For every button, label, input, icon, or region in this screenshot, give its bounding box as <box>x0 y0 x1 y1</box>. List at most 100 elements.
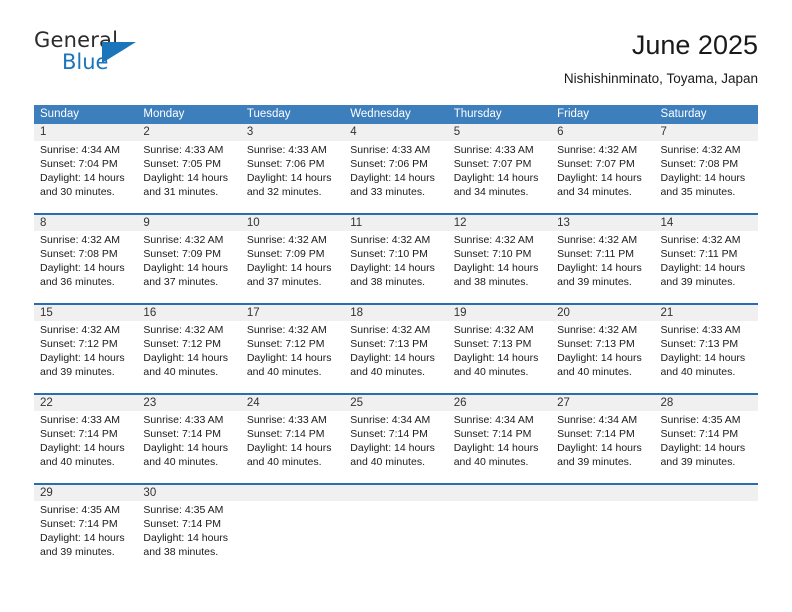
day-cell-1: Sunrise: 4:34 AM Sunset: 7:04 PM Dayligh… <box>34 141 138 214</box>
day-number-3[interactable]: 3 <box>240 124 345 141</box>
sunset-text: Sunset: 7:12 PM <box>143 338 222 350</box>
day-number-20[interactable]: 20 <box>551 303 655 321</box>
daylight-text-line1: Daylight: 14 hours <box>143 532 229 544</box>
weekday-header-friday: Friday <box>551 105 655 124</box>
sunrise-text: Sunrise: 4:34 AM <box>453 414 534 426</box>
sunrise-text: Sunrise: 4:33 AM <box>143 414 224 426</box>
sunset-text: Sunset: 7:14 PM <box>143 518 222 530</box>
daylight-text-line1: Daylight: 14 hours <box>350 262 435 274</box>
day-number-13[interactable]: 13 <box>551 213 655 231</box>
day-cell-13: Sunrise: 4:32 AM Sunset: 7:11 PM Dayligh… <box>551 231 655 304</box>
daylight-text-line2: and 40 minutes. <box>453 366 529 378</box>
day-cell-28: Sunrise: 4:35 AM Sunset: 7:14 PM Dayligh… <box>654 411 758 484</box>
weekday-header-monday: Monday <box>137 105 241 124</box>
sunset-text: Sunset: 7:06 PM <box>246 158 325 170</box>
day-number-23[interactable]: 23 <box>137 393 241 411</box>
sunrise-text: Sunrise: 4:32 AM <box>557 234 638 246</box>
day-number-28[interactable]: 28 <box>654 393 758 411</box>
day-cell-29: Sunrise: 4:35 AM Sunset: 7:14 PM Dayligh… <box>34 501 138 574</box>
sunrise-text: Sunrise: 4:34 AM <box>40 144 120 156</box>
sunrise-text: Sunrise: 4:35 AM <box>143 504 224 516</box>
day-number-10[interactable]: 10 <box>240 213 345 231</box>
sunset-text: Sunset: 7:13 PM <box>557 338 635 350</box>
sunrise-text: Sunrise: 4:33 AM <box>350 144 431 156</box>
sunrise-text: Sunrise: 4:35 AM <box>660 414 741 426</box>
sunset-text: Sunset: 7:12 PM <box>40 338 118 350</box>
sunrise-text: Sunrise: 4:33 AM <box>143 144 224 156</box>
daylight-text-line1: Daylight: 14 hours <box>453 172 539 184</box>
daylight-text-line2: and 39 minutes. <box>557 456 632 468</box>
daylight-text-line1: Daylight: 14 hours <box>246 442 332 454</box>
daylight-text-line2: and 39 minutes. <box>40 366 115 378</box>
day-number-6[interactable]: 6 <box>551 124 655 141</box>
day-number-11[interactable]: 11 <box>344 213 448 231</box>
week-4-daynum-row: 22 23 24 25 26 27 28 <box>34 393 758 411</box>
day-number-1[interactable]: 1 <box>34 124 138 141</box>
sunrise-text: Sunrise: 4:32 AM <box>143 234 224 246</box>
day-number-8[interactable]: 8 <box>34 213 138 231</box>
day-number-16[interactable]: 16 <box>137 303 241 321</box>
day-number-30[interactable]: 30 <box>137 483 241 501</box>
sunrise-text: Sunrise: 4:32 AM <box>40 234 120 246</box>
day-number-18[interactable]: 18 <box>344 303 448 321</box>
sunrise-text: Sunrise: 4:32 AM <box>557 324 638 336</box>
daylight-text-line1: Daylight: 14 hours <box>40 532 125 544</box>
day-number-empty-1 <box>240 483 345 501</box>
sunrise-text: Sunrise: 4:33 AM <box>246 414 327 426</box>
weekday-header-row: Sunday Monday Tuesday Wednesday Thursday… <box>34 105 758 124</box>
day-cell-20: Sunrise: 4:32 AM Sunset: 7:13 PM Dayligh… <box>551 321 655 394</box>
day-number-14[interactable]: 14 <box>654 213 758 231</box>
sunrise-text: Sunrise: 4:32 AM <box>557 144 638 156</box>
sunset-text: Sunset: 7:11 PM <box>660 248 738 260</box>
sunrise-text: Sunrise: 4:32 AM <box>143 324 224 336</box>
day-number-17[interactable]: 17 <box>240 303 345 321</box>
daylight-text-line1: Daylight: 14 hours <box>350 352 435 364</box>
weekday-header-thursday: Thursday <box>447 105 552 124</box>
daylight-text-line2: and 34 minutes. <box>453 186 529 198</box>
day-cell-8: Sunrise: 4:32 AM Sunset: 7:08 PM Dayligh… <box>34 231 138 304</box>
daylight-text-line2: and 39 minutes. <box>40 546 115 558</box>
daylight-text-line2: and 34 minutes. <box>557 186 632 198</box>
daylight-text-line1: Daylight: 14 hours <box>40 262 125 274</box>
daylight-text-line2: and 40 minutes. <box>143 456 219 468</box>
sunset-text: Sunset: 7:08 PM <box>40 248 118 260</box>
daylight-text-line1: Daylight: 14 hours <box>660 172 746 184</box>
sunrise-text: Sunrise: 4:33 AM <box>660 324 741 336</box>
day-number-27[interactable]: 27 <box>551 393 655 411</box>
day-number-26[interactable]: 26 <box>447 393 552 411</box>
day-number-21[interactable]: 21 <box>654 303 758 321</box>
day-number-29[interactable]: 29 <box>34 483 138 501</box>
sunset-text: Sunset: 7:14 PM <box>246 428 325 440</box>
day-number-7[interactable]: 7 <box>654 124 758 141</box>
day-number-24[interactable]: 24 <box>240 393 345 411</box>
day-number-19[interactable]: 19 <box>447 303 552 321</box>
daylight-text-line1: Daylight: 14 hours <box>246 172 332 184</box>
day-number-empty-3 <box>447 483 552 501</box>
brand-name-blue: Blue <box>62 50 109 74</box>
week-3-info-row: Sunrise: 4:32 AM Sunset: 7:12 PM Dayligh… <box>34 321 758 394</box>
daylight-text-line2: and 38 minutes. <box>350 276 425 288</box>
day-number-12[interactable]: 12 <box>447 213 552 231</box>
sunrise-text: Sunrise: 4:33 AM <box>453 144 534 156</box>
day-number-25[interactable]: 25 <box>344 393 448 411</box>
sunrise-text: Sunrise: 4:32 AM <box>660 234 741 246</box>
sunset-text: Sunset: 7:04 PM <box>40 158 118 170</box>
daylight-text-line1: Daylight: 14 hours <box>143 352 229 364</box>
day-number-9[interactable]: 9 <box>137 213 241 231</box>
daylight-text-line1: Daylight: 14 hours <box>557 352 642 364</box>
day-number-22[interactable]: 22 <box>34 393 138 411</box>
day-number-empty-4 <box>551 483 655 501</box>
day-number-2[interactable]: 2 <box>137 124 241 141</box>
day-cell-15: Sunrise: 4:32 AM Sunset: 7:12 PM Dayligh… <box>34 321 138 394</box>
sunrise-text: Sunrise: 4:33 AM <box>246 144 327 156</box>
day-cell-14: Sunrise: 4:32 AM Sunset: 7:11 PM Dayligh… <box>654 231 758 304</box>
daylight-text-line1: Daylight: 14 hours <box>40 442 125 454</box>
day-number-15[interactable]: 15 <box>34 303 138 321</box>
daylight-text-line1: Daylight: 14 hours <box>143 172 229 184</box>
daylight-text-line2: and 37 minutes. <box>143 276 219 288</box>
day-cell-25: Sunrise: 4:34 AM Sunset: 7:14 PM Dayligh… <box>344 411 448 484</box>
sunrise-text: Sunrise: 4:32 AM <box>453 234 534 246</box>
day-number-5[interactable]: 5 <box>447 124 552 141</box>
day-number-4[interactable]: 4 <box>344 124 448 141</box>
week-5-daynum-row: 29 30 <box>34 483 758 501</box>
